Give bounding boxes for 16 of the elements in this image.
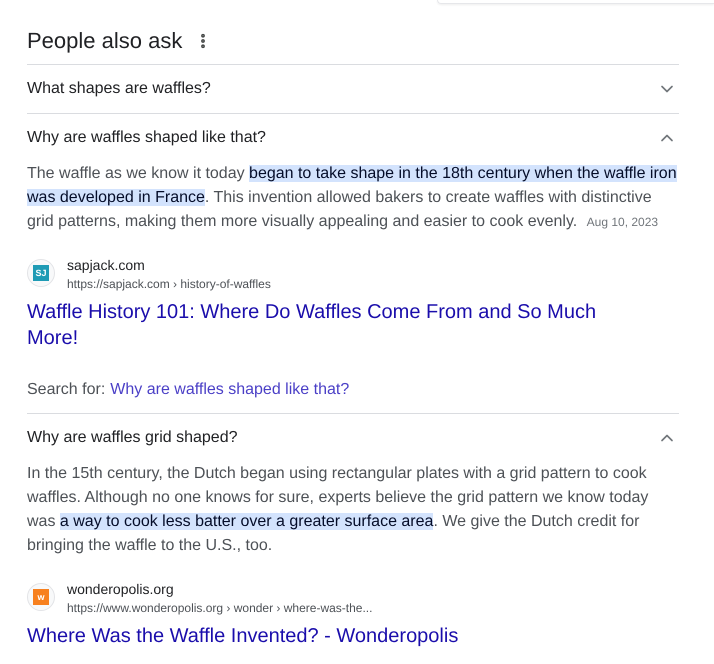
search-query-link[interactable]: Why are waffles shaped like that? bbox=[110, 381, 350, 398]
site-url: https://www.wonderopolis.org › wonder › where-was-the... bbox=[67, 600, 372, 617]
site-logo: SJ bbox=[27, 258, 55, 286]
site-url: https://sapjack.com › history-of-waffles bbox=[67, 276, 271, 293]
result-title-link[interactable]: Where Was the Waffle Invented? - Wonderopolis bbox=[27, 623, 458, 649]
site-name: sapjack.com bbox=[67, 256, 145, 275]
result-title-link[interactable]: Waffle History 101: Where Do Waffles Come From and So Much More! bbox=[27, 299, 627, 351]
answer-text: The waffle as we know it today began to take shape in the 18th century when the waffle iron was developed in France. This invention allowed bakers to create waffles with distinctive grid patterns, making them more visually appealing and easier to cook evenly. Aug 10, 2023 bbox=[27, 164, 678, 232]
question-toggle[interactable]: What shapes are waffles? bbox=[27, 65, 679, 113]
question-toggle[interactable]: Why are waffles grid shaped? bbox=[27, 414, 679, 462]
section-heading: People also ask bbox=[27, 27, 182, 55]
question-toggle[interactable]: Why are waffles shaped like that? bbox=[27, 114, 679, 162]
search-for-label: Search for: bbox=[27, 381, 106, 398]
site-logo: w bbox=[27, 582, 55, 610]
site-name: wonderopolis.org bbox=[67, 580, 174, 599]
answer-text: In the 15th century, the Dutch began using rectangular plates with a grid pattern to cook waffles. Although no one knows for sure, experts believe the grid pattern we know today was a way to cook less batter over a greater surface area. We give the Dutch credit for bringing the waffle to the U.S., too. bbox=[27, 464, 650, 556]
